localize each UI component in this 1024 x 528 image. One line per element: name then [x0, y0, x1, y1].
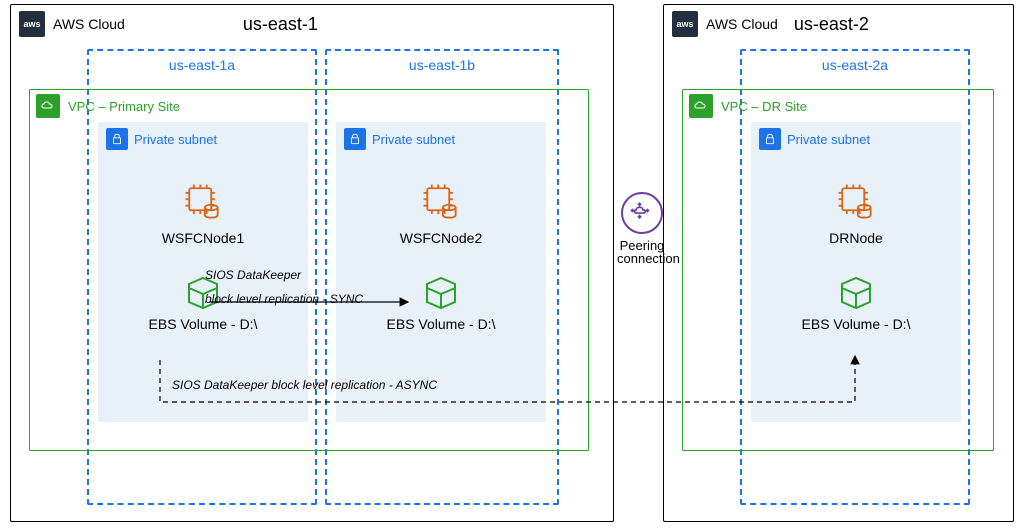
sync-replication-label-1: SIOS DataKeeper [205, 268, 301, 282]
region-us-east-1: aws AWS Cloud us-east-1 us-east-1a us-ea… [10, 4, 614, 522]
node-label: WSFCNode1 [98, 230, 308, 246]
subnet-header: Private subnet [751, 122, 961, 156]
aws-logo-icon: aws [672, 11, 698, 37]
subnet-1b: Private subnet WSFCNode2 EBS Volume - D:… [336, 122, 546, 422]
peering-label-2: connection [617, 251, 667, 266]
node-label: DRNode [751, 230, 961, 246]
az-label: us-east-2a [742, 51, 968, 73]
vpc-primary: VPC – Primary Site Private subnet WSFCNo… [29, 89, 589, 451]
vpc-cloud-icon [36, 94, 60, 118]
ebs-label: EBS Volume - D:\ [336, 316, 546, 332]
lock-icon [344, 128, 366, 150]
vpc-header: VPC – DR Site [683, 90, 993, 122]
sync-replication-label-2: block level replication - SYNC [205, 292, 363, 306]
vpc-header: VPC – Primary Site [30, 90, 588, 122]
ebs-volume-icon [423, 274, 459, 310]
aws-logo-icon: aws [19, 11, 45, 37]
cloud-label: AWS Cloud [706, 16, 778, 32]
subnet-label: Private subnet [787, 132, 870, 147]
vpc-cloud-icon [689, 94, 713, 118]
az-label: us-east-1a [89, 51, 315, 73]
subnet-header: Private subnet [98, 122, 308, 156]
async-replication-label: SIOS DataKeeper block level replication … [172, 378, 437, 392]
region-label: us-east-1 [243, 14, 318, 35]
ec2-instance-icon [834, 180, 878, 224]
ec2-instance-icon [181, 180, 225, 224]
peering-icon [621, 192, 663, 234]
subnet-label: Private subnet [134, 132, 217, 147]
cloud-label: AWS Cloud [53, 16, 125, 32]
vpc-label: VPC – Primary Site [68, 99, 180, 114]
ebs-volume-icon [838, 274, 874, 310]
lock-icon [106, 128, 128, 150]
az-label: us-east-1b [327, 51, 557, 73]
ec2-instance-icon [419, 180, 463, 224]
vpc-label: VPC – DR Site [721, 99, 807, 114]
node-label: WSFCNode2 [336, 230, 546, 246]
region2-header: aws AWS Cloud us-east-2 [664, 5, 1013, 43]
region-us-east-2: aws AWS Cloud us-east-2 us-east-2a VPC –… [663, 4, 1014, 522]
region-label: us-east-2 [794, 14, 869, 35]
subnet-dr: Private subnet DRNode EBS Volume - D:\ [751, 122, 961, 422]
lock-icon [759, 128, 781, 150]
ebs-label: EBS Volume - D:\ [98, 316, 308, 332]
peering-connection: Peering connection [617, 192, 667, 266]
subnet-header: Private subnet [336, 122, 546, 156]
region1-header: aws AWS Cloud us-east-1 [11, 5, 613, 43]
vpc-dr: VPC – DR Site Private subnet DRNode EB [682, 89, 994, 451]
ebs-label: EBS Volume - D:\ [751, 316, 961, 332]
subnet-label: Private subnet [372, 132, 455, 147]
